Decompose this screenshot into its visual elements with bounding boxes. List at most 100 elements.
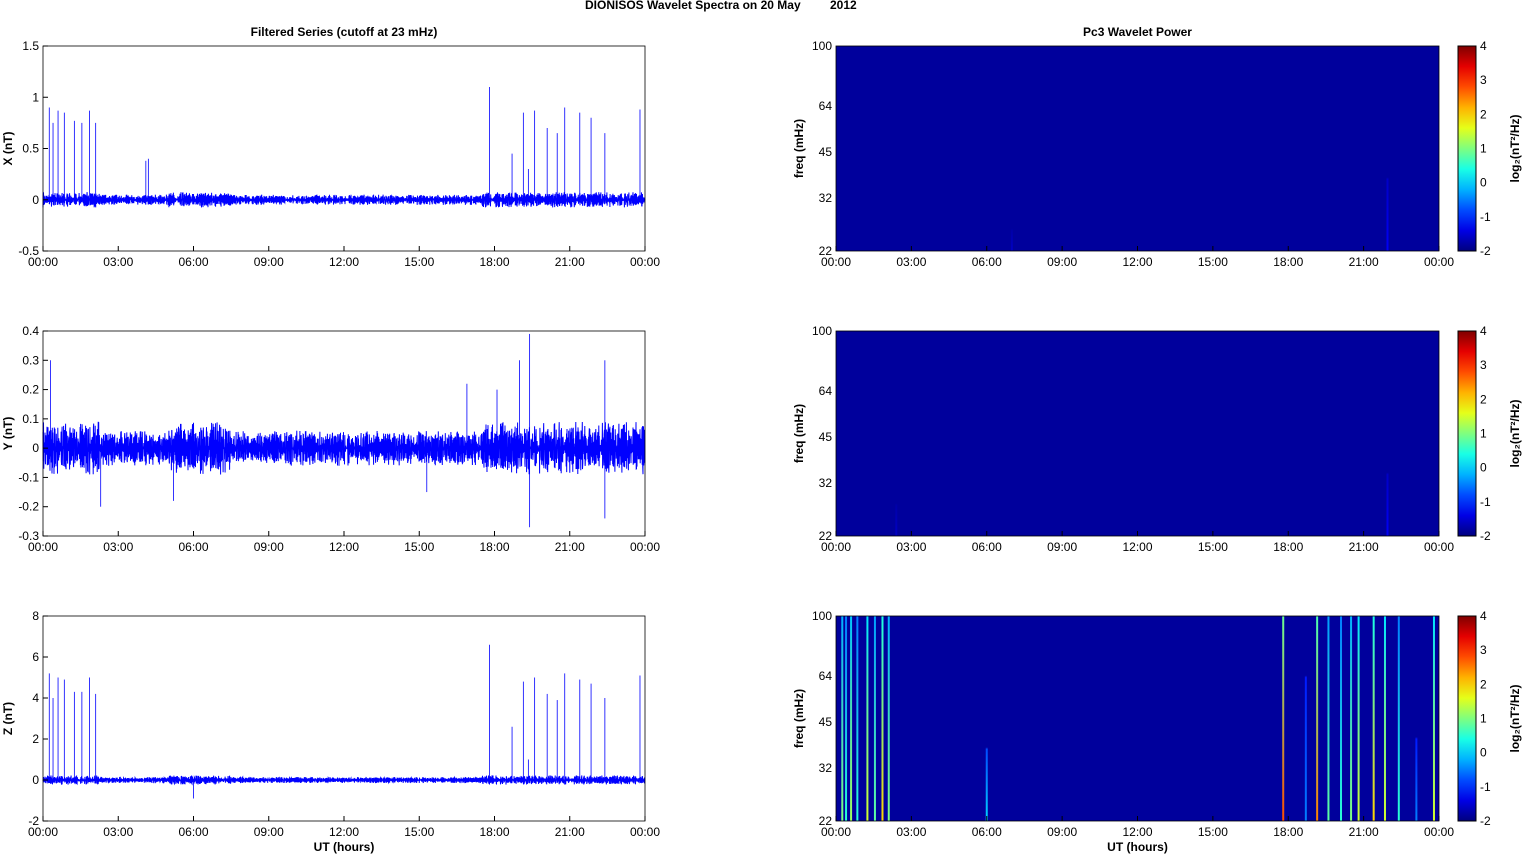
x-tick-label: 00:00 xyxy=(630,255,660,269)
x-tick-label: 03:00 xyxy=(103,825,133,839)
x-tick-label: 21:00 xyxy=(1349,825,1379,839)
y-tick-label: 0 xyxy=(32,193,39,207)
figure-title: DIONISOS Wavelet Spectra on 20 May xyxy=(585,0,801,12)
colorbar-tick-label: 2 xyxy=(1480,677,1487,691)
x-tick-label: 18:00 xyxy=(1273,825,1303,839)
panel-title: Filtered Series (cutoff at 23 mHz) xyxy=(251,25,438,39)
y-tick-label: 45 xyxy=(819,145,833,159)
y-tick-label: 2 xyxy=(32,732,39,746)
colorbar-tick-label: 1 xyxy=(1480,427,1487,441)
power-streak xyxy=(856,616,859,821)
power-streak xyxy=(1383,616,1386,821)
colorbar-tick-label: -2 xyxy=(1480,529,1491,543)
x-tick-label: 12:00 xyxy=(1122,825,1152,839)
colorbar xyxy=(1457,330,1477,537)
x-tick-label: 06:00 xyxy=(178,540,208,554)
x-tick-label: 12:00 xyxy=(329,255,359,269)
x-axis-label: UT (hours) xyxy=(314,840,375,854)
x-tick-label: 09:00 xyxy=(1047,825,1077,839)
x-tick-label: 09:00 xyxy=(254,255,284,269)
x-tick-label: 15:00 xyxy=(1198,825,1228,839)
power-streak xyxy=(1010,46,1013,251)
colorbar-tick-label: 4 xyxy=(1480,39,1487,53)
x-tick-label: 03:00 xyxy=(896,825,926,839)
y-tick-label: 100 xyxy=(812,39,832,53)
series-line xyxy=(42,421,646,475)
x-tick-label: 03:00 xyxy=(103,540,133,554)
x-tick-label: 00:00 xyxy=(630,540,660,554)
power-streak xyxy=(985,616,988,821)
panel-4: 1006445322243210-1-2log₂(nT²/Hz)00:00 03:… xyxy=(792,324,1522,554)
colorbar-tick-label: -1 xyxy=(1480,780,1491,794)
panel-1: -0.3-0.2-0.100.10.20.30.400:00 03:00 06:00… xyxy=(1,324,660,554)
y-axis-label: freq (mHz) xyxy=(792,404,806,463)
power-streak xyxy=(1357,616,1360,821)
x-tick-label: 00:00 xyxy=(821,825,851,839)
y-axis-label: freq (mHz) xyxy=(792,689,806,748)
figure: DIONISOS Wavelet Spectra on 20 May 2012 … xyxy=(1,0,1522,854)
colorbar-tick-label: 3 xyxy=(1480,73,1487,87)
power-streak xyxy=(1397,616,1400,821)
colorbar-tick-label: 0 xyxy=(1480,746,1487,760)
x-tick-label: 06:00 xyxy=(178,825,208,839)
x-tick-label: 12:00 xyxy=(1122,255,1152,269)
series-line xyxy=(42,191,646,208)
colorbar-tick-label: 0 xyxy=(1480,461,1487,475)
power-streak xyxy=(1432,616,1435,821)
y-tick-label: 0.3 xyxy=(22,353,39,367)
panel-0: Filtered Series (cutoff at 23 mHz)-0.500… xyxy=(1,25,660,269)
colorbar-label: log₂(nT²/Hz) xyxy=(1508,685,1522,753)
x-tick-label: 06:00 xyxy=(178,255,208,269)
x-tick-label: 00:00 xyxy=(1424,540,1454,554)
y-tick-label: 0 xyxy=(32,773,39,787)
x-tick-label: 03:00 xyxy=(896,255,926,269)
y-axis-label: Y (nT) xyxy=(1,417,15,451)
power-streak xyxy=(887,616,890,821)
x-tick-label: 18:00 xyxy=(479,255,509,269)
y-axis-label: X (nT) xyxy=(1,132,15,166)
colorbar-label: log₂(nT²/Hz) xyxy=(1508,400,1522,468)
y-tick-label: 64 xyxy=(819,384,833,398)
x-tick-label: 00:00 xyxy=(1424,255,1454,269)
x-tick-label: 15:00 xyxy=(1198,255,1228,269)
y-tick-label: 0.4 xyxy=(22,324,39,338)
power-streak xyxy=(1316,616,1319,821)
power-streak xyxy=(1415,616,1418,821)
x-tick-label: 15:00 xyxy=(404,825,434,839)
y-tick-label: 32 xyxy=(819,476,833,490)
panel-3: Pc3 Wavelet Power1006445322243210-1-2log… xyxy=(792,25,1522,269)
colorbar-tick-label: 4 xyxy=(1480,609,1487,623)
colorbar-tick-label: 1 xyxy=(1480,712,1487,726)
x-tick-label: 18:00 xyxy=(1273,540,1303,554)
x-tick-label: 00:00 xyxy=(28,540,58,554)
spectrogram-background xyxy=(836,331,1439,536)
axes-box xyxy=(42,45,646,252)
y-tick-label: 1 xyxy=(32,90,39,104)
colorbar xyxy=(1457,45,1477,252)
power-streak xyxy=(895,331,898,536)
panel-title: Pc3 Wavelet Power xyxy=(1083,25,1192,39)
x-tick-label: 09:00 xyxy=(1047,255,1077,269)
y-tick-label: 100 xyxy=(812,609,832,623)
power-streak xyxy=(1304,616,1307,821)
y-tick-label: 0.5 xyxy=(22,142,39,156)
x-tick-label: 06:00 xyxy=(972,255,1002,269)
colorbar-tick-label: -1 xyxy=(1480,210,1491,224)
y-tick-label: 32 xyxy=(819,761,833,775)
power-streak xyxy=(873,616,876,821)
x-tick-label: 00:00 xyxy=(630,825,660,839)
x-tick-label: 09:00 xyxy=(1047,540,1077,554)
colorbar-tick-label: -2 xyxy=(1480,814,1491,828)
y-tick-label: 4 xyxy=(32,691,39,705)
x-tick-label: 18:00 xyxy=(479,825,509,839)
series-line xyxy=(42,774,646,786)
y-tick-label: 100 xyxy=(812,324,832,338)
colorbar-label: log₂(nT²/Hz) xyxy=(1508,115,1522,183)
x-tick-label: 15:00 xyxy=(404,255,434,269)
x-tick-label: 12:00 xyxy=(329,540,359,554)
x-tick-label: 18:00 xyxy=(1273,255,1303,269)
panel-5: 1006445322243210-1-2log₂(nT²/Hz)00:00 03:… xyxy=(792,609,1522,854)
y-axis-label: freq (mHz) xyxy=(792,119,806,178)
x-tick-label: 06:00 xyxy=(972,825,1002,839)
x-tick-label: 21:00 xyxy=(555,255,585,269)
